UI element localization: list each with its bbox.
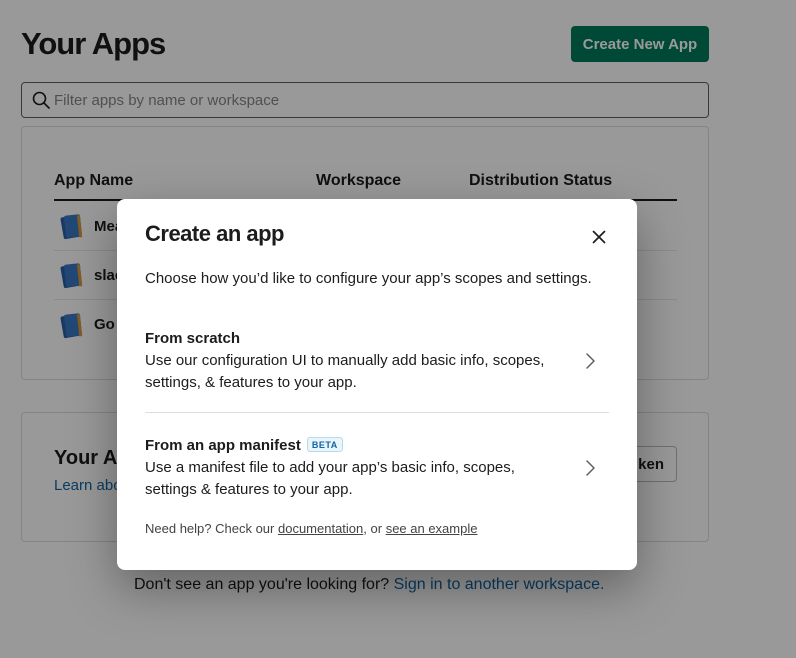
close-icon	[592, 230, 606, 244]
see-example-link[interactable]: see an example	[386, 521, 478, 536]
close-button[interactable]	[585, 223, 613, 251]
create-app-modal: Create an app Choose how you’d like to c…	[117, 199, 637, 570]
option-title-text: From an app manifest	[145, 437, 301, 454]
from-manifest-option[interactable]: From an app manifest BETA Use a manifest …	[145, 437, 609, 521]
divider	[145, 412, 609, 413]
modal-title: Create an app	[145, 221, 285, 246]
help-prefix: Need help? Check our	[145, 521, 275, 536]
option-description: Use our configuration UI to manually add…	[145, 352, 545, 391]
option-description: Use a manifest file to add your app’s ba…	[145, 459, 515, 498]
chevron-right-icon	[586, 460, 595, 476]
beta-badge: BETA	[306, 437, 343, 452]
option-title: From an app manifest BETA	[145, 437, 343, 454]
from-scratch-option[interactable]: From scratch Use our configuration UI to…	[145, 330, 609, 414]
help-middle: , or	[363, 521, 383, 536]
option-title: From scratch	[145, 330, 241, 347]
help-text: Need help? Check our documentation, or s…	[145, 521, 477, 536]
modal-subtitle: Choose how you’d like to configure your …	[145, 270, 592, 287]
documentation-link[interactable]: documentation	[278, 521, 363, 536]
chevron-right-icon	[586, 353, 595, 369]
